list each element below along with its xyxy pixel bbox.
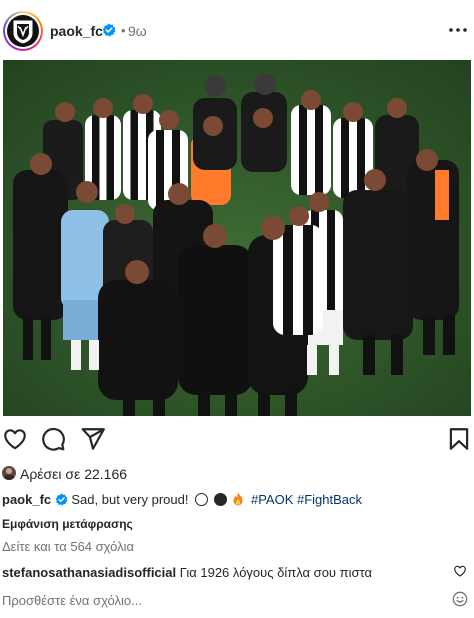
hashtag-paok[interactable]: #PAOK <box>251 492 293 507</box>
see-translation-link[interactable]: Εμφάνιση μετάφρασης <box>2 517 133 531</box>
verified-badge-icon <box>55 493 68 506</box>
heart-icon[interactable] <box>2 426 28 452</box>
comment-heart-icon[interactable] <box>453 564 467 578</box>
time-separator: • <box>121 23 126 38</box>
caption-text: Sad, but very proud! <box>71 492 189 507</box>
avatar[interactable] <box>7 15 39 47</box>
post-header: paok_fc • 9ω <box>0 0 474 60</box>
white-circle-emoji <box>195 493 209 506</box>
likes-count[interactable]: Αρέσει σε 22.166 <box>20 466 127 482</box>
post-caption: paok_fc Sad, but very proud! #PAOK #Figh… <box>2 492 362 507</box>
comment-username[interactable]: stefanosathanasiadisofficial <box>2 565 176 580</box>
comment-icon[interactable] <box>40 426 66 452</box>
post-photo[interactable] <box>3 60 471 416</box>
verified-badge-icon <box>102 23 116 37</box>
paper-plane-icon[interactable] <box>80 426 106 452</box>
top-comment: stefanosathanasiadisofficial Για 1926 λό… <box>2 565 372 580</box>
comment-text: Για 1926 λόγους δίπλα σου πιστα <box>179 565 372 580</box>
post-username[interactable]: paok_fc <box>50 23 103 39</box>
hashtag-fightback[interactable]: #FightBack <box>297 492 362 507</box>
fire-emoji <box>232 492 244 506</box>
more-options-icon[interactable] <box>448 22 468 38</box>
bookmark-icon[interactable] <box>446 426 472 452</box>
caption-username[interactable]: paok_fc <box>2 492 51 507</box>
smiley-icon[interactable] <box>452 591 468 607</box>
story-ring[interactable] <box>3 11 43 51</box>
post-actions <box>0 426 474 456</box>
black-circle-emoji <box>213 493 227 506</box>
post-time[interactable]: 9ω <box>128 23 147 39</box>
view-all-comments-link[interactable]: Δείτε και τα 564 σχόλια <box>2 539 134 554</box>
liker-avatar[interactable] <box>2 466 16 480</box>
add-comment-input[interactable]: Προσθέστε ένα σχόλιο... <box>2 593 142 608</box>
